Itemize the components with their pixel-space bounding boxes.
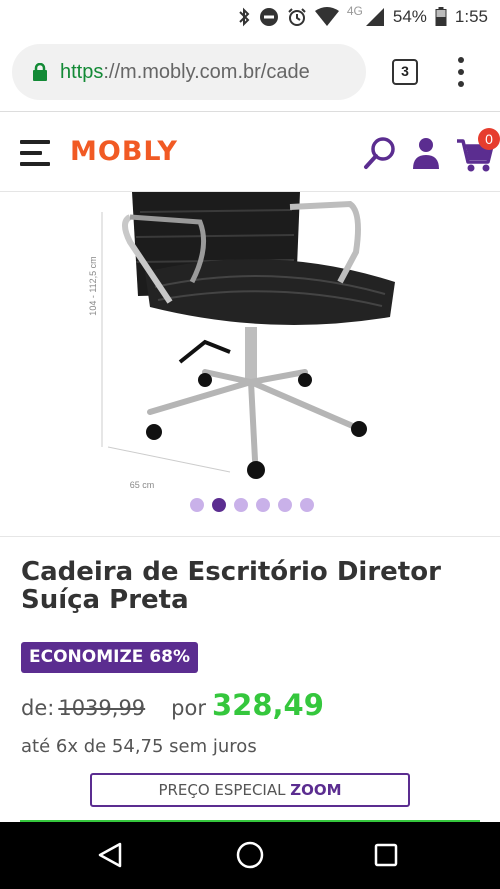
carousel-dot[interactable] — [256, 498, 270, 512]
hamburger-menu-icon[interactable] — [20, 138, 52, 168]
alarm-icon — [288, 8, 306, 26]
product-image[interactable]: 104 - 112,5 cm 65 cm — [70, 192, 430, 492]
special-price-emphasis: ZOOM — [290, 781, 342, 799]
bluetooth-icon — [239, 7, 250, 27]
special-price-zoom-button[interactable]: PREÇO ESPECIAL ZOOM — [90, 773, 410, 807]
android-nav-bar — [0, 822, 500, 889]
mobly-logo[interactable]: MOBLY — [70, 136, 178, 167]
special-price-prefix: PREÇO ESPECIAL — [158, 781, 286, 799]
discount-badge: ECONOMIZE 68% — [21, 642, 199, 673]
clock: 1:55 — [454, 7, 488, 26]
user-account-icon[interactable] — [412, 136, 440, 170]
tab-switcher-button[interactable]: 3 — [392, 59, 418, 85]
browser-toolbar: https://m.mobly.com.br/cade 3 — [0, 34, 500, 112]
overflow-menu-button[interactable] — [454, 57, 468, 87]
product-title: Cadeira de Escritório Diretor Suíça Pret… — [21, 557, 441, 615]
recents-icon[interactable] — [374, 843, 398, 867]
menu-dot — [458, 57, 464, 63]
site-header: MOBLY — [0, 112, 500, 192]
lock-icon — [33, 63, 47, 81]
new-price: 328,49 — [211, 688, 324, 722]
dimension-width-label: 65 cm — [130, 480, 155, 490]
signal-icon — [365, 8, 384, 26]
carousel-dot[interactable] — [278, 498, 292, 512]
price-from-label: de: — [21, 696, 55, 720]
divider — [0, 536, 500, 537]
battery-icon — [435, 7, 447, 26]
url-text: https://m.mobly.com.br/cade — [60, 61, 310, 84]
carousel-dot[interactable] — [300, 498, 314, 512]
menu-dot — [458, 69, 464, 75]
carousel-dot[interactable] — [190, 498, 204, 512]
carousel-dots — [0, 498, 500, 512]
address-bar[interactable]: https://m.mobly.com.br/cade — [12, 44, 366, 100]
home-icon[interactable] — [235, 840, 265, 870]
network-type: 4G — [346, 4, 363, 18]
menu-dot — [458, 81, 464, 87]
url-scheme: https — [60, 60, 104, 83]
carousel-dot[interactable] — [234, 498, 248, 512]
old-price: 1039,99 — [58, 696, 146, 720]
installments-text: até 6x de 54,75 sem juros — [21, 736, 257, 757]
price-row: de: 1039,99 por 328,49 — [21, 688, 481, 728]
price-by-label: por — [171, 696, 206, 720]
wifi-icon — [314, 7, 339, 26]
cart-count-badge: 0 — [478, 128, 500, 150]
search-icon[interactable] — [363, 136, 397, 170]
product-gallery[interactable]: 104 - 112,5 cm 65 cm — [0, 192, 500, 536]
status-bar: 4G 54% 1:55 — [0, 0, 500, 34]
do-not-disturb-icon — [259, 8, 278, 26]
status-icons: 4G 54% 1:55 — [237, 4, 488, 30]
carousel-dot[interactable] — [212, 498, 226, 512]
back-icon[interactable] — [96, 841, 124, 869]
dimension-height-label: 104 - 112,5 cm — [88, 256, 98, 315]
battery-percent: 54% — [392, 7, 427, 26]
url-rest: ://m.mobly.com.br/cade — [103, 60, 310, 83]
